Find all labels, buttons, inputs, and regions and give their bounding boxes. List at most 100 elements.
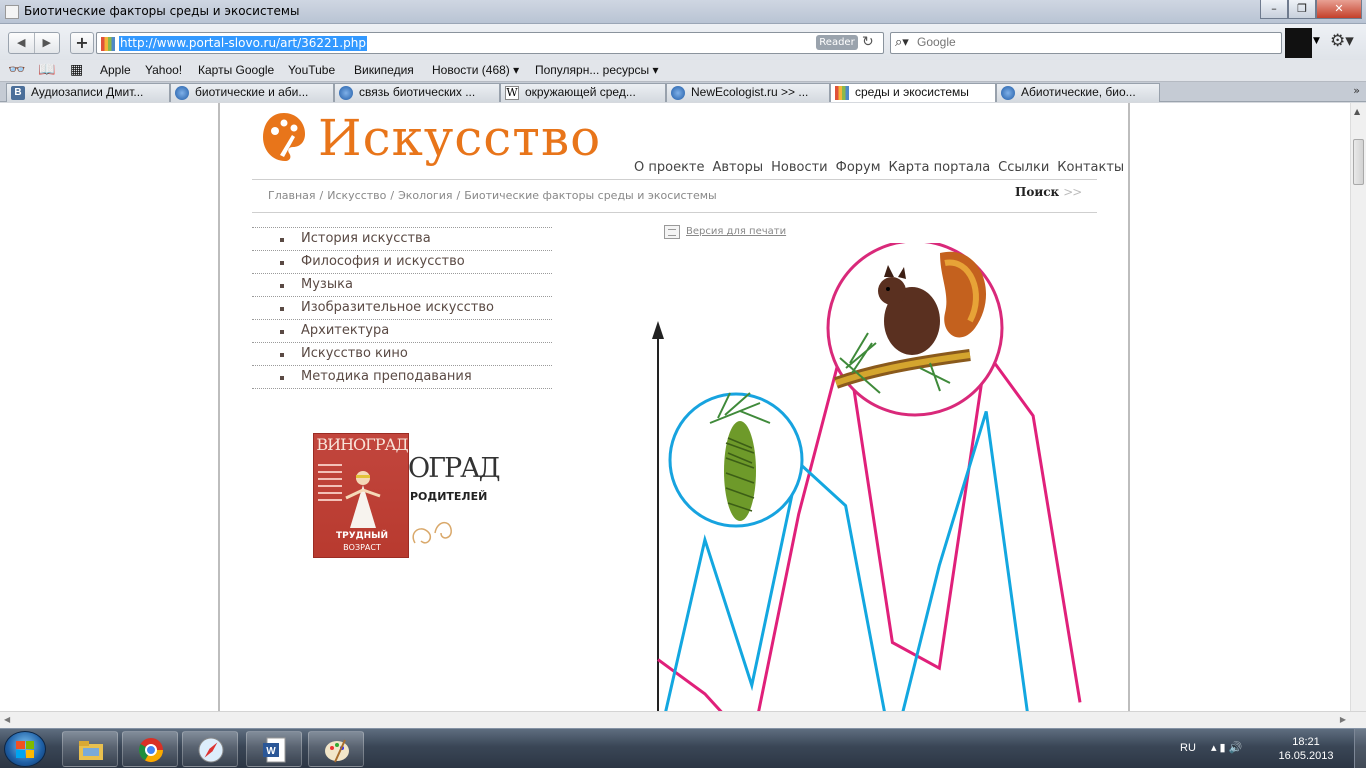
- search-box[interactable]: ⌕▾: [890, 32, 1282, 54]
- nav-sitemap[interactable]: Карта портала: [889, 160, 991, 175]
- top-navigation: О проекте Авторы Новости Форум Карта пор…: [634, 160, 1124, 175]
- nav-links[interactable]: Ссылки: [998, 160, 1049, 175]
- back-button[interactable]: ◀: [9, 33, 35, 53]
- nav-forum[interactable]: Форум: [836, 160, 881, 175]
- search-input[interactable]: [917, 35, 1257, 49]
- menu-item-architecture[interactable]: Архитектура: [252, 320, 552, 343]
- taskbar-explorer[interactable]: [62, 731, 118, 767]
- nav-authors[interactable]: Авторы: [713, 160, 764, 175]
- taskbar-chrome[interactable]: [122, 731, 178, 767]
- show-desktop-button[interactable]: [1354, 729, 1366, 768]
- maximize-button[interactable]: ❐: [1288, 0, 1316, 19]
- section-menu: История искусства Философия и искусство …: [252, 227, 552, 389]
- window-title: Биотические факторы среды и экосистемы: [24, 4, 300, 18]
- swirl-ornament-icon: [412, 521, 452, 544]
- bookmark-popular[interactable]: Популярн... ресурсы ▾: [535, 62, 659, 78]
- reader-button[interactable]: Reader: [816, 35, 858, 50]
- taskbar-paint[interactable]: [308, 731, 364, 767]
- magazine-cover[interactable]: ВИНОГРАД ТРУДНЫЙ ВОЗРАСТ: [313, 433, 409, 558]
- top-sites-icon[interactable]: ▦: [70, 61, 83, 77]
- forward-button[interactable]: ▶: [35, 33, 60, 53]
- system-tray: RU ▴ ▮ 🔊: [1180, 741, 1242, 754]
- chevron-down-icon[interactable]: ▼: [1313, 36, 1320, 46]
- menu-item-music[interactable]: Музыка: [252, 274, 552, 297]
- breadcrumb-home[interactable]: Главная: [268, 189, 316, 202]
- breadcrumb: Главная / Искусство / Экология / Биотические ф…: [268, 189, 717, 202]
- tab-label: Аудиозаписи Дмит...: [31, 85, 144, 99]
- breadcrumb-art[interactable]: Искусство: [327, 189, 386, 202]
- minimize-button[interactable]: –: [1260, 0, 1288, 19]
- browser-toolbar: ◀ ▶ + http://www.portal-slovo.ru/art/362…: [0, 24, 1366, 60]
- start-button[interactable]: [4, 731, 46, 767]
- bookmark-apple[interactable]: Apple: [100, 62, 131, 78]
- tab-biotic-abiotic[interactable]: биотические и аби...: [170, 83, 334, 102]
- url-text[interactable]: http://www.portal-slovo.ru/art/36221.php: [119, 36, 367, 51]
- tab-vk[interactable]: В Аудиозаписи Дмит...: [6, 83, 170, 102]
- vertical-scrollbar[interactable]: ▲: [1350, 103, 1366, 711]
- tray-icons[interactable]: ▴ ▮ 🔊: [1211, 742, 1242, 754]
- profile-button[interactable]: [1285, 28, 1312, 58]
- tab-label: окружающей сред...: [525, 85, 636, 99]
- magazine-subtitle-2: ВОЗРАСТ: [343, 543, 381, 552]
- reading-list-icon[interactable]: 👓: [8, 61, 25, 77]
- bookmark-news[interactable]: Новости (468) ▾: [432, 62, 519, 78]
- vk-icon: В: [11, 86, 25, 100]
- menu-item-art-history[interactable]: История искусства: [252, 228, 552, 251]
- site-search-link[interactable]: Поиск >>: [1015, 185, 1082, 199]
- tab-active-ecosystems[interactable]: среды и экосистемы: [830, 83, 996, 102]
- nav-news[interactable]: Новости: [771, 160, 828, 175]
- scroll-up-icon[interactable]: ▲: [1354, 107, 1360, 116]
- population-chart: [652, 243, 1082, 711]
- breadcrumb-ecology[interactable]: Экология: [398, 189, 452, 202]
- page-icon: [5, 5, 19, 19]
- search-icon[interactable]: ⌕▾: [895, 35, 909, 50]
- menu-item-philosophy[interactable]: Философия и искусство: [252, 251, 552, 274]
- menu-item-fine-art[interactable]: Изобразительное искусство: [252, 297, 552, 320]
- globe-icon: [1001, 86, 1015, 100]
- banner-subtext: РОДИТЕЛЕЙ: [410, 490, 488, 503]
- girl-figure-icon: [345, 471, 381, 528]
- close-button[interactable]: ✕: [1316, 0, 1362, 19]
- add-bookmark-button[interactable]: +: [70, 32, 94, 54]
- tab-label: биотические и аби...: [195, 85, 309, 99]
- header-divider: [252, 179, 1097, 180]
- paint-palette-icon: [325, 739, 349, 763]
- print-version-link[interactable]: Версия для печати: [664, 225, 786, 239]
- globe-icon: [175, 86, 189, 100]
- clock[interactable]: 18:21 16.05.2013: [1278, 735, 1334, 763]
- taskbar-word[interactable]: W: [246, 731, 302, 767]
- compass-icon: [198, 737, 224, 763]
- reload-icon[interactable]: ↻: [862, 34, 874, 50]
- gear-icon[interactable]: ⚙▾: [1330, 31, 1354, 51]
- chrome-icon: [138, 738, 163, 763]
- menu-item-cinema[interactable]: Искусство кино: [252, 343, 552, 366]
- language-indicator[interactable]: RU: [1180, 742, 1196, 754]
- palette-logo-icon[interactable]: [262, 111, 306, 163]
- clock-date: 16.05.2013: [1278, 750, 1334, 762]
- page-viewport: Искусство О проекте Авторы Новости Форум…: [0, 103, 1350, 711]
- magazine-title: ВИНОГРАД: [316, 435, 408, 454]
- tab-label: связь биотических ...: [359, 85, 476, 99]
- tab-connection[interactable]: связь биотических ...: [334, 83, 500, 102]
- bookmark-google-maps[interactable]: Карты Google: [198, 62, 274, 78]
- taskbar-safari[interactable]: [182, 731, 238, 767]
- site-logo[interactable]: Искусство: [318, 108, 601, 168]
- book-icon[interactable]: 📖: [38, 61, 55, 77]
- site-favicon-icon: [835, 86, 849, 100]
- scroll-right-icon[interactable]: ▶: [1340, 715, 1346, 724]
- menu-item-teaching[interactable]: Методика преподавания: [252, 366, 552, 389]
- bookmark-wikipedia[interactable]: Википедия: [354, 62, 414, 78]
- tab-newecologist[interactable]: NewEcologist.ru >> ...: [666, 83, 830, 102]
- scroll-left-icon[interactable]: ◀: [4, 715, 10, 724]
- bookmark-yahoo[interactable]: Yahoo!: [145, 62, 182, 78]
- tab-wikipedia[interactable]: W окружающей сред...: [500, 83, 666, 102]
- scroll-thumb[interactable]: [1353, 139, 1364, 185]
- more-tabs-icon[interactable]: »: [1353, 84, 1360, 97]
- nav-about[interactable]: О проекте: [634, 160, 705, 175]
- tab-abiotic[interactable]: Абиотические, био...: [996, 83, 1160, 102]
- bookmark-youtube[interactable]: YouTube: [288, 62, 335, 78]
- nav-contacts[interactable]: Контакты: [1057, 160, 1124, 175]
- nav-buttons: ◀ ▶: [8, 32, 60, 54]
- horizontal-scrollbar[interactable]: ◀ ▶: [0, 711, 1366, 728]
- address-bar[interactable]: http://www.portal-slovo.ru/art/36221.php: [96, 32, 884, 54]
